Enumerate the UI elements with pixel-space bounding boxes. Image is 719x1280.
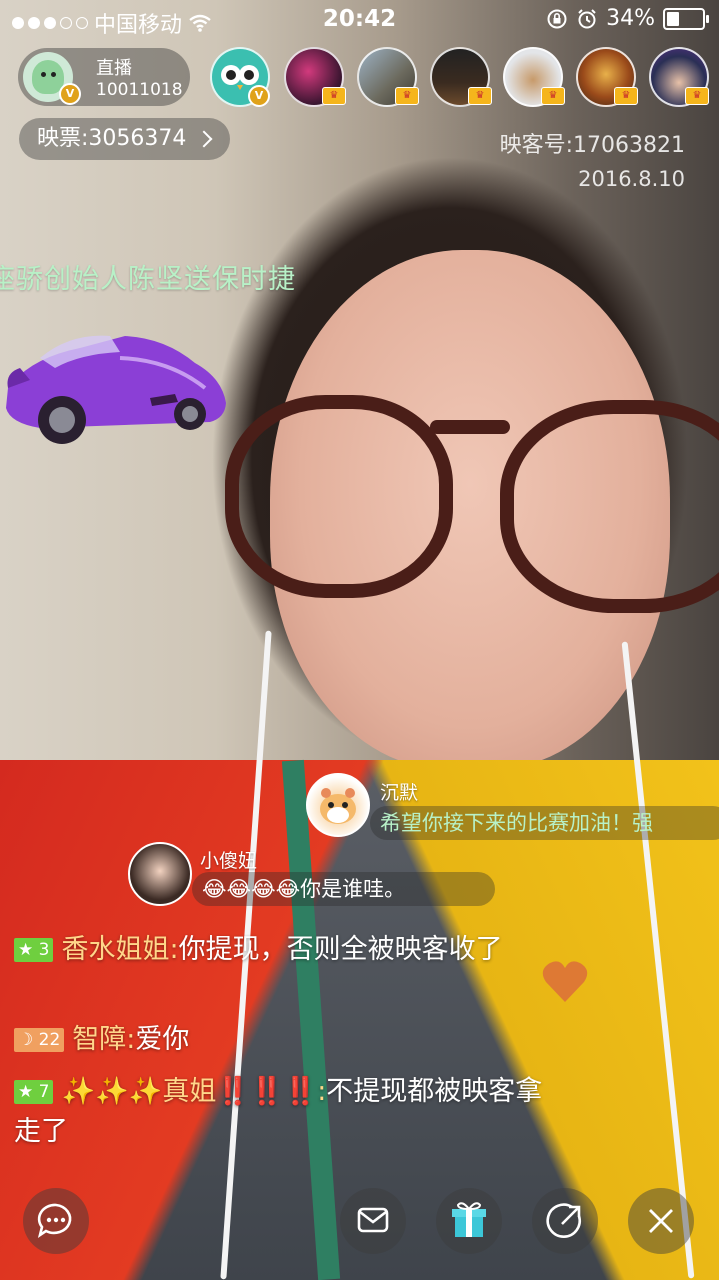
chat-message: ☽ 22 智障:爱你 [14,1020,554,1060]
stream-date: 2016.8.10 [578,167,685,191]
chat-icon [37,1203,72,1238]
viewer-verified-badge-icon: V [248,85,270,107]
level-badge: ★ 3 [14,938,54,962]
tickets-button[interactable]: 映票:3056374 [19,118,231,160]
chat-message: ★ 7 ✨✨✨真姐‼️‼️‼️:不提现都被映客拿走了 [14,1072,554,1152]
battery-percent: 34% [606,6,655,31]
chevron-right-icon [195,130,213,148]
host-profile[interactable]: V 直播 10011018 [18,48,190,106]
commenter-name-2: 小傻妞 [200,850,258,872]
gift-announcement: 座骄创始人陈坚送保时捷 [0,264,296,295]
video-glasses-bridge [430,420,510,434]
crown-badge-icon: ♛ [395,87,419,105]
chat-message: ★ 3 香水姐姐:你提现，否则全被映客收了 [14,930,554,970]
level-badge: ☽ 22 [14,1028,65,1052]
status-bar: 中国移动 20:42 34% [0,0,719,40]
chat-username[interactable]: ✨✨✨真姐‼️‼️‼️: [61,1076,326,1107]
video-glasses-right [500,400,719,613]
comment-text-1: 希望你接下来的比赛加油！强 [370,806,719,840]
host-id: 10011018 [96,80,183,100]
verified-badge-icon: V [59,83,81,105]
crown-badge-icon: ♛ [541,87,565,105]
alarm-icon [578,8,596,28]
account-id: 映客号:17063821 [499,133,685,158]
chat-text: 你提现，否则全被映客收了 [178,934,503,965]
status-right: 34% [546,6,709,31]
commenter-avatar-2[interactable] [128,842,192,906]
rotation-lock-icon [547,9,567,28]
host-live-label: 直播 [96,58,132,79]
gift-icon [452,1202,486,1237]
hamster-icon [320,788,356,824]
crown-badge-icon: ♛ [614,87,638,105]
battery-icon [663,7,709,30]
chat-button[interactable] [23,1188,89,1254]
commenter-avatar-1[interactable] [306,773,370,837]
crown-badge-icon: ♛ [685,87,709,105]
video-glasses-left [225,395,453,598]
tickets-label: 映票:3056374 [37,126,187,151]
chat-username[interactable]: 智障: [72,1024,135,1055]
level-badge: ★ 7 [14,1080,54,1104]
gift-button[interactable] [436,1188,502,1254]
comment-text-2: 😂😂😂😂你是谁哇。 [192,872,495,906]
close-button[interactable] [628,1188,694,1254]
chat-text: 爱你 [135,1024,190,1055]
close-icon [649,1209,673,1233]
share-icon [546,1203,581,1238]
message-button[interactable] [340,1188,406,1254]
crown-badge-icon: ♛ [322,87,346,105]
mail-icon [357,1207,389,1233]
chat-username[interactable]: 香水姐姐: [61,934,178,965]
sports-car-gift-icon [6,335,226,444]
crown-badge-icon: ♛ [468,87,492,105]
floating-heart-icon [542,961,588,1002]
share-button[interactable] [532,1188,598,1254]
commenter-name-1: 沉默 [380,782,419,804]
